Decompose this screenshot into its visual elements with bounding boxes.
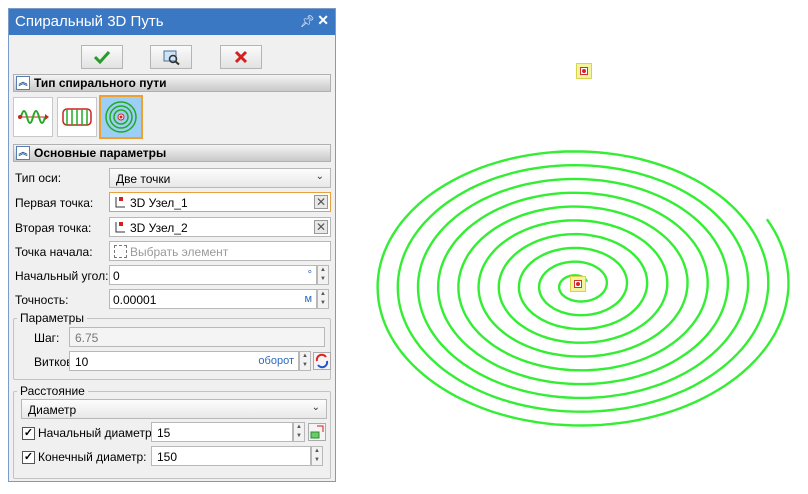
flat-spiral-icon bbox=[105, 101, 137, 133]
select-element-icon bbox=[114, 245, 127, 258]
pick-measure-icon bbox=[310, 425, 324, 439]
collapse-icon[interactable]: ︽ bbox=[16, 76, 30, 90]
end-diameter-spinner[interactable]: ▲ ▼ bbox=[311, 446, 323, 466]
turns-value: 10 bbox=[75, 355, 89, 369]
start-point-placeholder: Выбрать элемент bbox=[130, 245, 229, 259]
params-group-title: Параметры bbox=[17, 311, 87, 325]
panel-titlebar: Спиральный 3D Путь 📌︎ ✕ bbox=[9, 9, 335, 35]
cancel-button[interactable] bbox=[220, 45, 262, 69]
section-title: Основные параметры bbox=[34, 146, 167, 160]
start-diameter-spinner[interactable]: ▲ ▼ bbox=[293, 422, 305, 442]
node-3d-icon bbox=[115, 222, 125, 233]
step-value: 6.75 bbox=[75, 331, 99, 345]
distance-mode-value: Диаметр bbox=[28, 403, 77, 417]
axis-type-select[interactable]: Две точки ⌄ bbox=[109, 168, 331, 188]
checkmark-icon bbox=[94, 50, 110, 64]
axis-type-label: Тип оси: bbox=[15, 171, 62, 185]
distance-mode-select[interactable]: Диаметр ⌄ bbox=[21, 399, 327, 419]
end-diameter-label: Конечный диаметр: bbox=[38, 450, 147, 464]
first-point-field[interactable]: 3D Узел_1 ✕ bbox=[109, 192, 331, 212]
type-helix-cylinder-button[interactable] bbox=[57, 97, 97, 137]
second-point-value: 3D Узел_2 bbox=[130, 221, 188, 235]
cancel-x-icon bbox=[234, 50, 248, 64]
end-diameter-checkbox[interactable]: ✓ bbox=[22, 451, 35, 464]
axis-type-value: Две точки bbox=[116, 172, 171, 186]
helix-cylinder-icon bbox=[62, 108, 92, 126]
first-point-value: 3D Узел_1 bbox=[130, 196, 188, 210]
start-diameter-label: Начальный диаметр: bbox=[38, 426, 155, 440]
end-diameter-input[interactable]: 150 bbox=[151, 446, 311, 466]
helix-axis-icon bbox=[18, 110, 49, 124]
refresh-icon bbox=[315, 353, 329, 369]
start-point-label: Точка начала: bbox=[15, 245, 93, 259]
start-point-field[interactable]: Выбрать элемент bbox=[109, 241, 331, 261]
precision-spinner[interactable]: ▲ ▼ bbox=[317, 289, 329, 309]
start-angle-label: Начальный угол: bbox=[15, 269, 109, 283]
start-angle-value: 0 bbox=[113, 269, 120, 283]
end-diameter-value: 150 bbox=[157, 450, 178, 464]
clear-icon[interactable]: ✕ bbox=[314, 220, 328, 234]
preview-button[interactable] bbox=[150, 45, 192, 69]
chevron-down-icon: ⌄ bbox=[311, 402, 320, 413]
collapse-icon[interactable]: ︽ bbox=[16, 146, 30, 160]
node-3d-uzel-1[interactable] bbox=[570, 276, 586, 292]
reverse-direction-button[interactable] bbox=[313, 352, 331, 370]
panel-title: Спиральный 3D Путь bbox=[15, 13, 164, 30]
node-3d-uzel-2[interactable] bbox=[576, 63, 592, 79]
start-diameter-value: 15 bbox=[157, 426, 171, 440]
spiral-path-panel: Спиральный 3D Путь 📌︎ ✕ ︽ Тип спиральног… bbox=[8, 8, 336, 482]
start-angle-spinner[interactable]: ▲ ▼ bbox=[317, 265, 329, 285]
pin-icon[interactable]: 📌︎ bbox=[300, 14, 315, 28]
second-point-field[interactable]: 3D Узел_2 ✕ bbox=[109, 217, 331, 237]
section-spiral-type[interactable]: ︽ Тип спирального пути bbox=[13, 74, 331, 92]
distance-group-title: Расстояние bbox=[17, 384, 88, 398]
turns-unit: оборот bbox=[258, 355, 294, 367]
step-label: Шаг: bbox=[34, 331, 60, 345]
turns-spinner[interactable]: ▲ ▼ bbox=[299, 351, 311, 371]
type-helix-axis-button[interactable] bbox=[13, 97, 53, 137]
section-title: Тип спирального пути bbox=[34, 76, 167, 90]
precision-unit: м bbox=[304, 293, 312, 305]
turns-input[interactable]: 10 оборот bbox=[69, 351, 299, 371]
type-flat-spiral-button[interactable] bbox=[99, 95, 143, 139]
clear-icon[interactable]: ✕ bbox=[314, 195, 328, 209]
node-3d-icon bbox=[115, 197, 125, 208]
second-point-label: Вторая точка: bbox=[15, 221, 92, 235]
precision-label: Точность: bbox=[15, 293, 69, 307]
preview-icon bbox=[163, 50, 180, 65]
start-diameter-checkbox[interactable]: ✓ bbox=[22, 427, 35, 440]
chevron-down-icon: ⌄ bbox=[315, 171, 324, 182]
ok-button[interactable] bbox=[81, 45, 123, 69]
start-diameter-input[interactable]: 15 bbox=[151, 422, 293, 442]
start-angle-unit: ° bbox=[307, 269, 312, 281]
start-angle-input[interactable]: 0 ° bbox=[109, 265, 317, 285]
close-icon[interactable]: ✕ bbox=[317, 12, 329, 29]
precision-input[interactable]: 0.00001 м bbox=[109, 289, 317, 309]
section-main-params[interactable]: ︽ Основные параметры bbox=[13, 144, 331, 162]
first-point-label: Первая точка: bbox=[15, 196, 94, 210]
pick-diameter-button[interactable] bbox=[308, 423, 326, 441]
precision-value: 0.00001 bbox=[113, 293, 157, 307]
step-input: 6.75 bbox=[69, 327, 325, 347]
